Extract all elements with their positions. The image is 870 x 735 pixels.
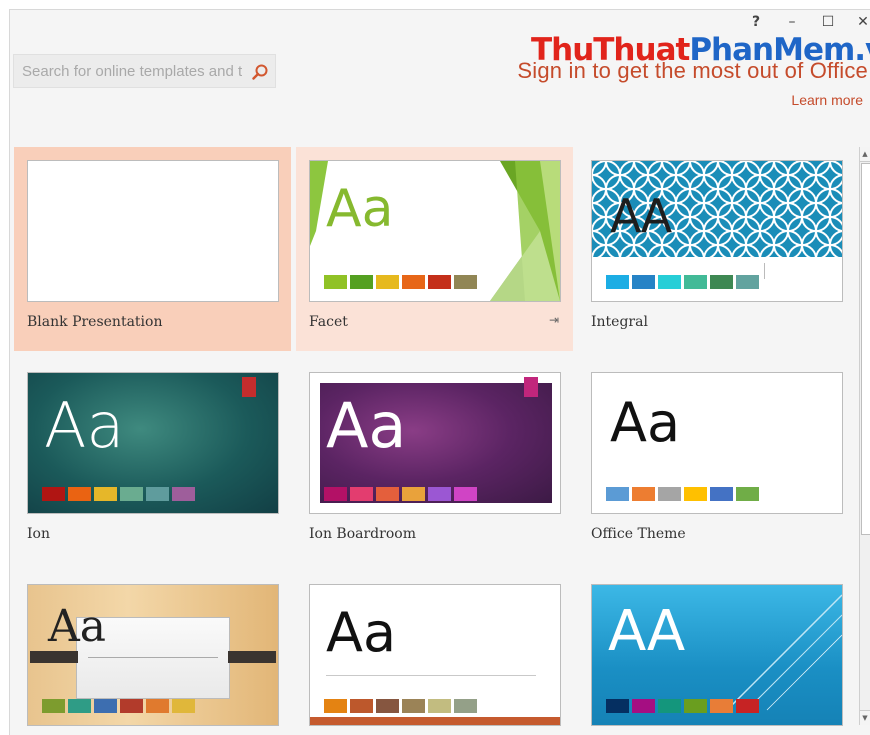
template-sample-text: Aa — [44, 389, 125, 462]
watermark-logo: ThuThuatPhanMem.vn — [531, 32, 870, 68]
close-button[interactable]: ✕ — [852, 12, 870, 32]
template-sample-text: Aa — [48, 601, 107, 652]
template-name: Integral — [591, 314, 648, 330]
template-tile-integral[interactable]: AA Integral — [578, 147, 855, 351]
template-tile-office-theme[interactable]: Aa Office Theme — [578, 359, 855, 563]
template-sample-text: AA — [610, 189, 672, 243]
help-button[interactable]: ? — [745, 12, 767, 32]
template-sample-text: AA — [608, 599, 685, 664]
maximize-button[interactable]: ☐ — [817, 12, 839, 32]
template-sample-text: Aa — [326, 389, 407, 462]
pin-icon[interactable]: ⇥ — [549, 313, 559, 327]
template-sample-text: Aa — [326, 601, 397, 664]
scroll-down-arrow-icon[interactable]: ▼ — [860, 710, 870, 725]
template-thumbnail: Aa — [591, 372, 843, 514]
minimize-button[interactable]: – — [781, 12, 803, 32]
search-icon[interactable] — [251, 63, 269, 81]
search-box — [13, 54, 276, 88]
template-thumbnail: Aa — [309, 372, 561, 514]
template-thumbnail — [27, 160, 279, 302]
scrollbar-thumb[interactable] — [861, 163, 870, 535]
template-thumbnail: Aa — [27, 584, 279, 726]
template-name: Office Theme — [591, 526, 686, 542]
scroll-up-arrow-icon[interactable]: ▲ — [860, 147, 870, 162]
template-tile-retrospect[interactable]: Aa — [296, 571, 573, 734]
template-name: Ion — [27, 526, 50, 542]
template-name: Blank Presentation — [27, 314, 163, 330]
learn-more-link[interactable]: Learn more — [791, 92, 863, 108]
template-tile-slice[interactable]: AA — [578, 571, 855, 734]
template-thumbnail: AA — [591, 584, 843, 726]
search-input[interactable] — [22, 61, 242, 81]
template-tile-ion[interactable]: Aa Ion — [14, 359, 291, 563]
template-tile-wood[interactable]: Aa — [14, 571, 291, 734]
template-thumbnail: Aa — [309, 584, 561, 726]
template-sample-text: Aa — [610, 391, 681, 454]
template-tile-facet[interactable]: Aa Facet ⇥ — [296, 147, 573, 351]
template-sample-text: Aa — [326, 179, 394, 239]
template-thumbnail: Aa — [309, 160, 561, 302]
template-name: Ion Boardroom — [309, 526, 416, 542]
template-tile-blank[interactable]: Blank Presentation — [14, 147, 291, 351]
template-tile-ion-boardroom[interactable]: Aa Ion Boardroom — [296, 359, 573, 563]
template-thumbnail: AA — [591, 160, 843, 302]
vertical-scrollbar[interactable]: ▲ ▼ — [859, 147, 870, 725]
template-thumbnail: Aa — [27, 372, 279, 514]
template-name: Facet — [309, 314, 348, 330]
